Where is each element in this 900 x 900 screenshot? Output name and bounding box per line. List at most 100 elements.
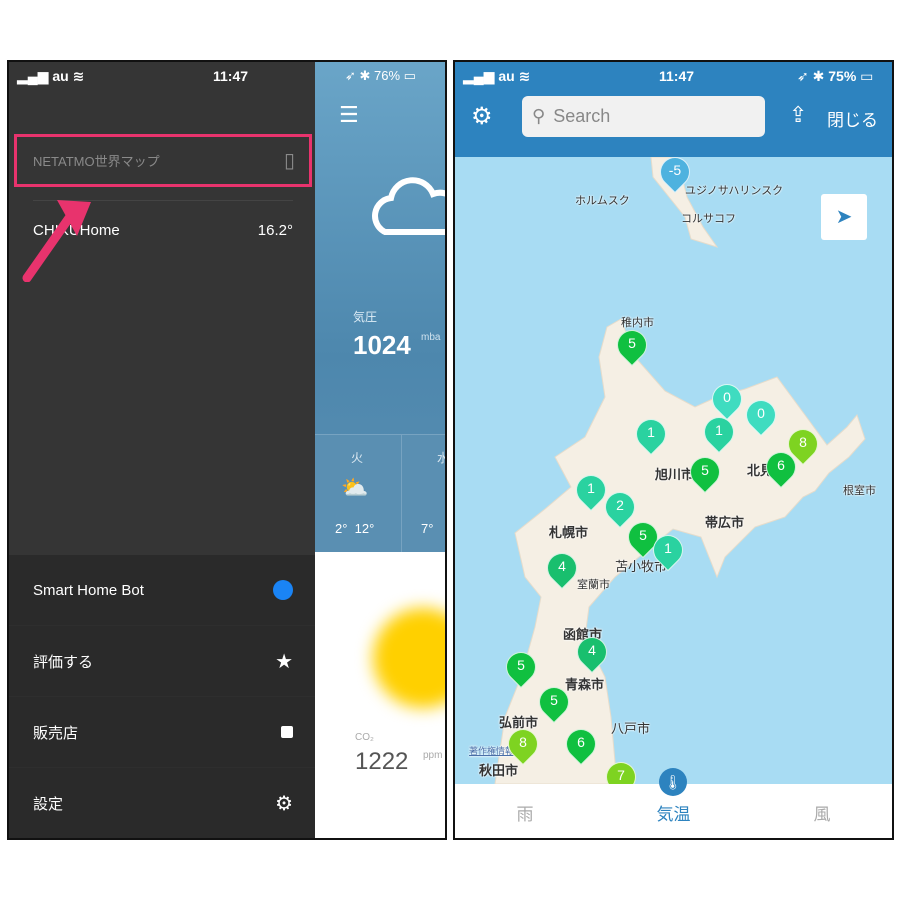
share-icon[interactable]: ⇪ [789,102,807,128]
lock-icon [281,726,293,738]
messenger-icon [273,580,293,600]
location-icon: ➶ [345,68,356,83]
weather-panel: ➶ ✱ 76% ▭ ☰ 気圧 1024 mba 火 ⛅ 2° 12° 水 7° [315,62,445,553]
close-button[interactable]: 閉じる [827,106,878,131]
battery: 76% [374,68,401,83]
city-label: 根室市 [843,485,876,497]
menu-label: 設定 [33,795,64,813]
city-label: コルサコフ [681,213,736,225]
temperature-marker[interactable]: 8 [501,722,545,775]
time: 11:47 [213,68,249,84]
search-icon: ⚲ [532,106,546,126]
marker-value: -5 [668,162,682,178]
menu-rate[interactable]: 評価する ★ [9,626,315,697]
low-temp: 2° [335,521,348,536]
marker-value: 8 [519,734,527,750]
partly-cloudy-icon: ⛅ [341,475,369,500]
low-temp: 7° [421,521,434,536]
wifi-icon: ≋ [518,67,531,84]
divider [401,435,402,553]
carrier: au [498,68,515,84]
locate-button[interactable]: ➤ [821,194,867,240]
marker-value: 1 [647,424,655,440]
forecast-strip: 火 ⛅ 2° 12° 水 7° [315,434,445,553]
search-input[interactable]: ⚲ Search [522,96,765,137]
marker-value: 8 [799,434,807,450]
status-right: ➶ ✱ 76% ▭ [345,68,416,83]
forecast-day: 水 [437,449,445,466]
tab-rain[interactable]: 雨 [517,800,534,825]
temperature-marker[interactable]: 1 [629,412,673,465]
marker-value: 5 [628,335,636,351]
temperature-marker[interactable]: 5 [532,680,576,733]
city-label: 札幌市 [549,525,589,540]
city-label: 八戸市 [611,721,651,736]
carrier: au [52,68,69,84]
forecast-temps: 2° 12° [335,521,374,536]
status-right: ➶ ✱ 75% ▭ [797,67,874,84]
marker-value: 5 [701,462,709,478]
temperature-marker[interactable]: 4 [540,546,584,599]
menu-label: Smart Home Bot [33,581,144,599]
co2-label: CO₂ [355,732,374,743]
marker-value: 6 [577,734,585,750]
city-label: ユジノサハリンスク [685,185,784,197]
sun-graphic [373,608,445,708]
marker-value: 0 [723,389,731,405]
menu-store[interactable]: 販売店 [9,697,315,768]
temperature-marker[interactable]: 5 [683,450,727,503]
pressure-unit: mba [421,332,441,343]
search-placeholder: Search [553,106,611,126]
status-bar: ▂▄▆ au ≋ 11:47 [17,62,307,90]
menu-settings[interactable]: 設定 ⚙ [9,768,315,838]
temperature-marker[interactable]: 6 [759,445,803,498]
hamburger-icon[interactable]: ☰ [339,102,359,128]
temperature-marker[interactable]: 0 [739,393,783,446]
temperature-marker[interactable]: 4 [570,630,614,683]
marker-value: 4 [558,558,566,574]
temperature-marker[interactable]: 5 [610,323,654,376]
temperature-marker[interactable]: 5 [499,645,543,698]
annotation-arrow [22,200,91,282]
temperature-marker[interactable]: -5 [653,150,697,203]
marker-value: 5 [517,657,525,673]
cloud-sun-icon [372,177,445,235]
thermometer-icon: 🌡 [659,768,687,796]
high-temp: 12° [354,521,375,536]
co2-unit: ppm [423,750,443,761]
marker-value: 6 [777,457,785,473]
world-map-label: NETATMO世界マップ [33,154,160,169]
city-label: 帯広市 [705,515,745,530]
marker-value: 5 [550,692,558,708]
station-temp: 16.2° [257,222,293,239]
side-drawer: ▂▄▆ au ≋ 11:47 NETATMO世界マップ ▯ CHIKUHome … [9,62,315,838]
signal-icon: ▂▄▆ [463,67,495,84]
temperature-marker[interactable]: 6 [559,722,603,775]
status-bar: ▂▄▆ au ≋ 11:47 ➶ ✱ 75% ▭ [463,62,883,90]
marker-value: 4 [588,642,596,658]
indoor-panel: CO₂ 1222 ppm [315,552,445,838]
battery: 75% [828,67,857,84]
map-icon: ▯ [283,150,295,172]
marker-value: 1 [664,540,672,556]
tab-temperature[interactable]: 気温 [657,800,691,825]
city-label: 室蘭市 [577,579,610,591]
city-label: ホルムスク [575,195,630,207]
map-header: ▂▄▆ au ≋ 11:47 ➶ ✱ 75% ▭ ⚙ ⚲ Search ⇪ 閉じる [455,62,892,157]
signal-icon: ▂▄▆ [17,67,49,84]
temperature-marker[interactable]: 1 [646,528,690,581]
world-map-item[interactable]: NETATMO世界マップ ▯ [14,134,312,187]
time: 11:47 [659,68,695,84]
marker-value: 2 [616,497,624,513]
left-screen: ▂▄▆ au ≋ 11:47 NETATMO世界マップ ▯ CHIKUHome … [7,60,447,840]
tab-wind[interactable]: 風 [814,800,831,825]
marker-value: 0 [757,405,765,421]
menu-list: Smart Home Bot 評価する ★ 販売店 設定 ⚙ [9,555,315,838]
menu-label: 販売店 [33,724,79,742]
settings-gear-icon[interactable]: ⚙ [471,102,493,131]
pressure-value: 1024 [353,330,411,360]
forecast-day: 火 [351,451,364,465]
navigation-arrow-icon: ➤ [835,206,853,228]
pressure-label: 気圧 [353,310,378,324]
menu-smart-home-bot[interactable]: Smart Home Bot [9,555,315,626]
